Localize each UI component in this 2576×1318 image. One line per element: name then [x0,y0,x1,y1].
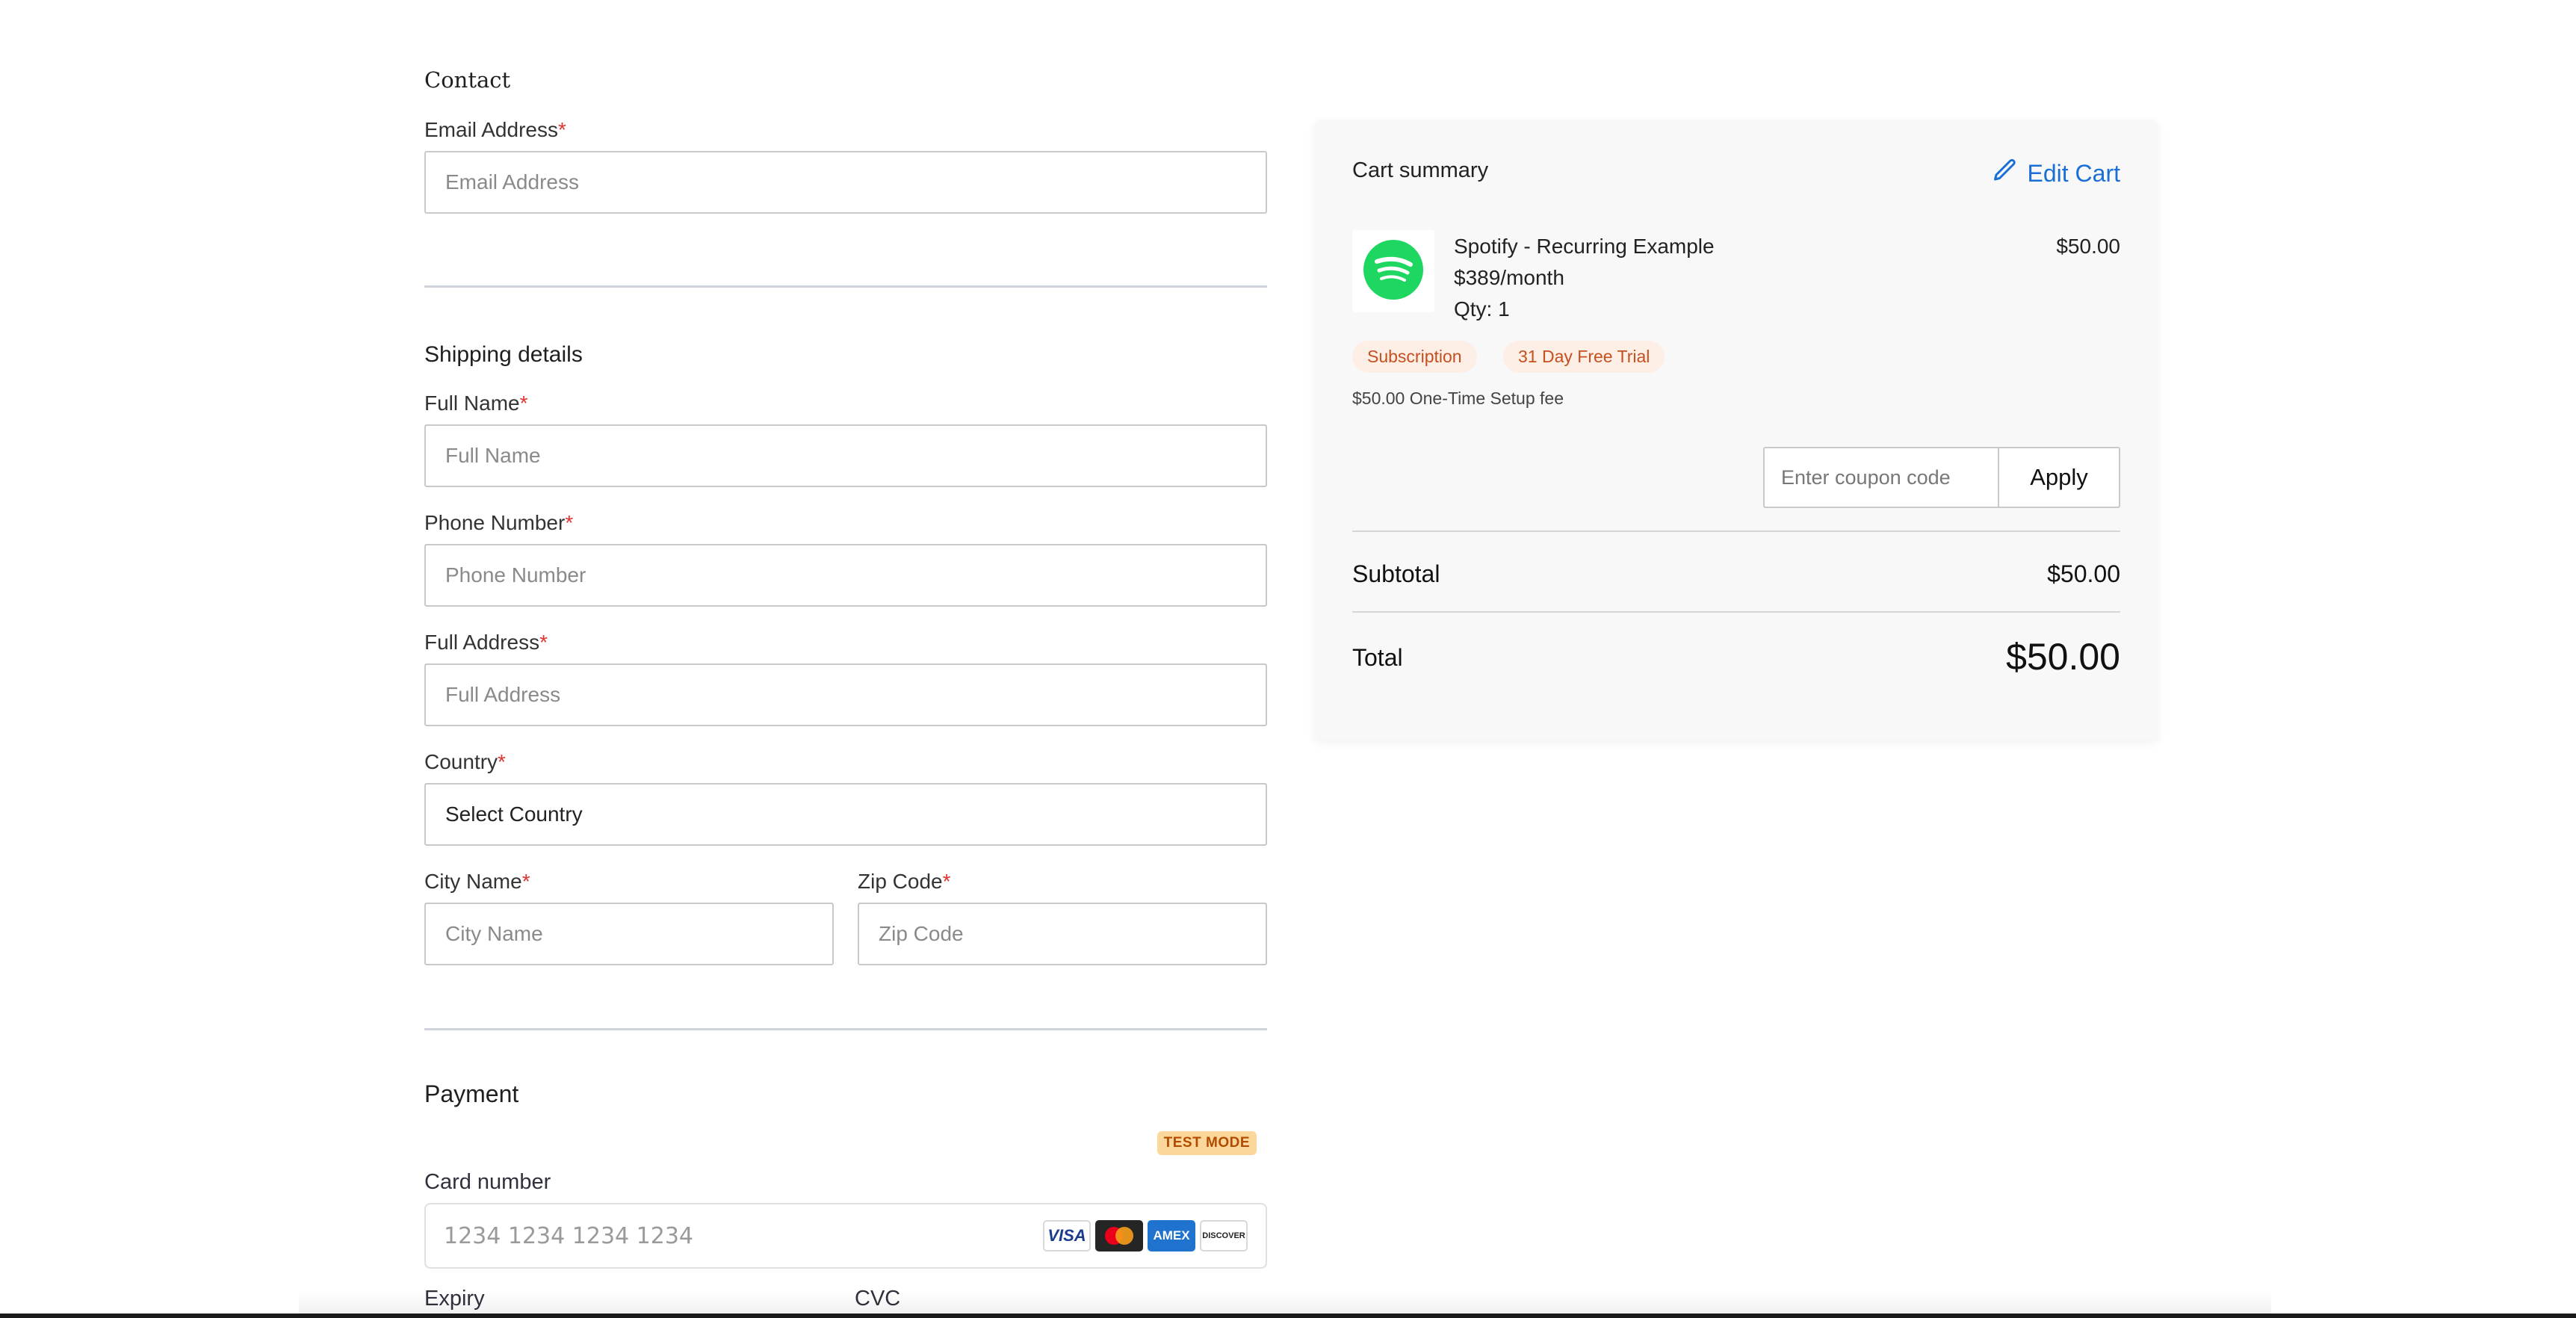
summary-divider [1352,611,2120,613]
visa-icon: VISA [1043,1220,1091,1252]
required-asterisk: * [565,511,574,534]
spotify-logo-icon [1363,239,1424,304]
edit-cart-link[interactable]: Edit Cart [1992,157,2120,190]
subtotal-label: Subtotal [1352,560,1440,587]
phone-input[interactable] [424,544,1267,607]
amex-icon: AMEX [1148,1220,1195,1252]
bottom-bar [0,1314,2576,1318]
country-label: Country* [424,750,506,774]
subtotal-value: $50.00 [2047,560,2120,587]
test-mode-badge: TEST MODE [1157,1131,1257,1155]
address-input[interactable] [424,663,1267,726]
contact-title: Contact [424,67,511,93]
zip-label-text: Zip Code [858,870,943,893]
zip-input[interactable] [858,903,1267,965]
pencil-icon [1992,157,2028,190]
required-asterisk: * [557,118,566,141]
card-number-input[interactable] [444,1222,1038,1249]
email-label: Email Address* [424,118,566,142]
city-label: City Name* [424,870,530,894]
required-asterisk: * [498,750,506,773]
section-divider [424,285,1267,288]
required-asterisk: * [519,392,528,415]
full-name-input[interactable] [424,424,1267,487]
phone-label-text: Phone Number [424,511,566,534]
email-label-text: Email Address [424,118,558,141]
coupon-input[interactable] [1763,447,2025,508]
setup-fee-text: $50.00 One-Time Setup fee [1352,389,1564,408]
summary-divider [1352,530,2120,532]
address-label-text: Full Address [424,631,540,654]
free-trial-tag: 31 Day Free Trial [1503,341,1665,373]
discover-icon: DISCOVER [1200,1220,1248,1252]
total-label: Total [1352,644,1403,671]
cart-summary-title: Cart summary [1352,158,1489,182]
country-label-text: Country [424,750,498,773]
required-asterisk: * [521,870,530,893]
required-asterisk: * [942,870,951,893]
full-name-label: Full Name* [424,392,528,415]
full-name-label-text: Full Name [424,392,520,415]
address-label: Full Address* [424,631,548,655]
edit-cart-label: Edit Cart [2027,159,2120,187]
product-qty: Qty: 1 [1454,297,1510,321]
zip-label: Zip Code* [858,870,951,894]
phone-label: Phone Number* [424,511,573,535]
discover-icon-text: DISCOVER [1202,1231,1245,1240]
card-number-label: Card number [424,1170,551,1194]
mastercard-icon [1095,1220,1143,1252]
country-select[interactable]: Select Country [424,783,1267,846]
bottom-shadow [299,1291,2271,1314]
city-input[interactable] [424,903,834,965]
apply-coupon-button[interactable]: Apply [1998,447,2120,508]
product-price: $389/month [1454,266,1564,289]
payment-title: Payment [424,1080,519,1107]
product-thumbnail [1352,230,1434,312]
card-number-field: VISA AMEX DISCOVER [424,1203,1267,1269]
section-divider [424,1028,1267,1030]
cart-summary-panel: Cart summary Edit Cart Spotify - Recurri… [1315,120,2158,740]
city-label-text: City Name [424,870,522,893]
product-amount: $50.00 [2056,235,2120,258]
product-name: Spotify - Recurring Example [1454,235,1715,258]
email-input[interactable] [424,151,1267,214]
shipping-title: Shipping details [424,342,583,367]
total-value: $50.00 [2006,636,2120,678]
subscription-tag: Subscription [1352,341,1477,373]
required-asterisk: * [539,631,548,654]
